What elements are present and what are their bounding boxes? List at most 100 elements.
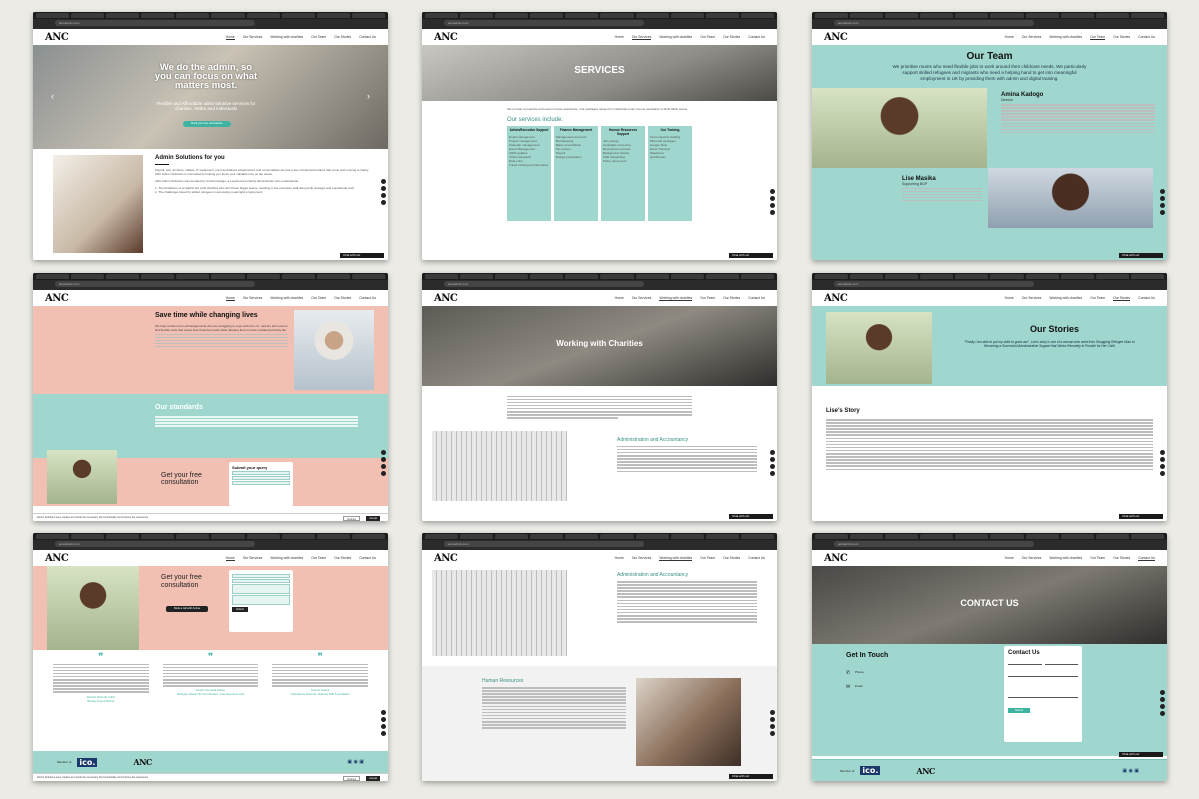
address-bar[interactable]: amcadmin.com	[444, 20, 644, 26]
email-input[interactable]	[1008, 673, 1078, 677]
nav-team[interactable]: Our Team	[1090, 35, 1106, 40]
nav-contact[interactable]: Contact Us	[359, 556, 376, 561]
nav-services[interactable]: Our Services	[243, 35, 263, 40]
nav-team[interactable]: Our Team	[311, 296, 326, 301]
nav-charities[interactable]: Working with charities	[1049, 556, 1082, 561]
nav-charities[interactable]: Working with charities	[1049, 296, 1082, 301]
logo[interactable]: ANC	[824, 32, 848, 43]
address-bar[interactable]: amcadmin.com	[834, 281, 1034, 287]
nav-contact[interactable]: Contact Us	[1138, 556, 1155, 561]
nav-services[interactable]: Our Services	[1022, 296, 1042, 301]
side-widget[interactable]	[1160, 189, 1165, 215]
chat-button[interactable]: Chat with us!	[729, 774, 773, 779]
message-input[interactable]	[232, 481, 290, 485]
nav-charities[interactable]: Working with charities	[1049, 35, 1082, 40]
nav-charities[interactable]: Working with charities	[270, 296, 303, 301]
logo[interactable]: ANC	[45, 293, 69, 304]
carousel-prev-icon[interactable]: ‹	[51, 91, 54, 101]
nav-contact[interactable]: Contact Us	[748, 556, 765, 561]
logo[interactable]: ANC	[434, 553, 458, 564]
nav-team[interactable]: Our Team	[311, 35, 326, 40]
nav-charities[interactable]: Working with charities	[270, 35, 303, 40]
nav-contact[interactable]: Contact Us	[748, 35, 765, 40]
chat-button[interactable]: Chat with us!	[729, 253, 773, 258]
nav-team[interactable]: Our Team	[700, 35, 715, 40]
email-input[interactable]	[232, 584, 290, 594]
logo[interactable]: ANC	[824, 293, 848, 304]
nav-charities[interactable]: Working with charities	[270, 556, 303, 561]
side-widget[interactable]	[381, 710, 386, 736]
nav-charities[interactable]: Working with charities	[659, 296, 693, 301]
nav-services[interactable]: Our Services	[243, 556, 263, 561]
nav-home[interactable]: Home	[1005, 35, 1014, 40]
address-bar[interactable]: amcadmin.com	[444, 281, 644, 287]
nav-team[interactable]: Our Team	[311, 556, 326, 561]
nav-charities[interactable]: Working with charities	[659, 556, 693, 561]
social-icons[interactable]: ▣ ◉ ▣	[1122, 768, 1139, 774]
side-widget[interactable]	[1160, 450, 1165, 476]
last-name-input[interactable]	[232, 579, 290, 583]
side-widget[interactable]	[381, 450, 386, 476]
nav-stories[interactable]: Our Stories	[334, 556, 351, 561]
address-bar[interactable]: amcadmin.com	[55, 20, 255, 26]
chat-button[interactable]: Chat with us!	[1119, 752, 1163, 757]
nav-services[interactable]: Our Services	[243, 296, 263, 301]
logo[interactable]: ANC	[45, 32, 69, 43]
submit-button[interactable]: Submit	[1008, 708, 1030, 713]
first-name-input[interactable]	[232, 574, 290, 578]
side-widget[interactable]	[770, 710, 775, 736]
nav-services[interactable]: Our Services	[1022, 35, 1042, 40]
nav-contact[interactable]: Contact Us	[1138, 35, 1155, 40]
carousel-next-icon[interactable]: ›	[367, 91, 370, 101]
nav-home[interactable]: Home	[225, 556, 235, 561]
nav-contact[interactable]: Contact Us	[1138, 296, 1155, 301]
nav-stories[interactable]: Our Stories	[723, 296, 740, 301]
message-input[interactable]	[232, 595, 290, 605]
address-bar[interactable]: amcadmin.com	[55, 281, 255, 287]
nav-services[interactable]: Our Services	[632, 556, 652, 561]
nav-stories[interactable]: Our Stories	[723, 556, 740, 561]
cookie-settings-button[interactable]: Settings	[342, 775, 360, 781]
nav-stories[interactable]: Our Stories	[723, 35, 740, 40]
submit-button[interactable]: Submit	[232, 607, 248, 612]
logo[interactable]: ANC	[434, 32, 458, 43]
nav-stories[interactable]: Our Stories	[334, 35, 351, 40]
nav-home[interactable]: Home	[615, 35, 624, 40]
nav-contact[interactable]: Contact Us	[748, 296, 765, 301]
nav-home[interactable]: Home	[1005, 556, 1014, 561]
nav-team[interactable]: Our Team	[1090, 556, 1105, 561]
last-name-input[interactable]	[1044, 661, 1078, 665]
nav-charities[interactable]: Working with charities	[659, 35, 692, 40]
cookie-accept-button[interactable]: Accept	[366, 775, 380, 781]
side-widget[interactable]	[381, 179, 386, 205]
nav-home[interactable]: Home	[1005, 296, 1014, 301]
logo[interactable]: ANC	[434, 293, 458, 304]
footer-logo[interactable]: ANC	[916, 766, 935, 776]
nav-contact[interactable]: Contact Us	[359, 35, 376, 40]
address-bar[interactable]: amcadmin.com	[834, 541, 1034, 547]
logo[interactable]: ANC	[45, 553, 69, 564]
address-bar[interactable]: amcadmin.com	[55, 541, 255, 547]
cookie-accept-button[interactable]: Accept	[366, 515, 380, 521]
chat-button[interactable]: Chat with us!	[729, 514, 773, 519]
book-call-button[interactable]: Book a call with Amina	[166, 606, 208, 612]
nav-services[interactable]: Our Services	[632, 296, 652, 301]
nav-stories[interactable]: Our Stories	[1113, 35, 1130, 40]
nav-home[interactable]: Home	[615, 556, 624, 561]
nav-home[interactable]: Home	[615, 296, 624, 301]
hero-cta-button[interactable]: Book your free consultation	[183, 121, 231, 127]
logo[interactable]: ANC	[824, 553, 848, 564]
chat-button[interactable]: Chat with us!	[1119, 253, 1163, 258]
footer-logo[interactable]: ANC	[133, 757, 152, 767]
message-input[interactable]	[1008, 684, 1078, 698]
first-name-input[interactable]	[1008, 661, 1042, 665]
cookie-settings-button[interactable]: Settings	[342, 515, 360, 521]
address-bar[interactable]: amcadmin.com	[444, 541, 644, 547]
nav-team[interactable]: Our Team	[1090, 296, 1105, 301]
nav-services[interactable]: Our Services	[631, 35, 652, 40]
nav-team[interactable]: Our Team	[700, 556, 715, 561]
nav-services[interactable]: Our Services	[1022, 556, 1042, 561]
name-input[interactable]	[232, 471, 290, 475]
email-input[interactable]	[232, 476, 290, 480]
side-widget[interactable]	[1160, 690, 1165, 716]
